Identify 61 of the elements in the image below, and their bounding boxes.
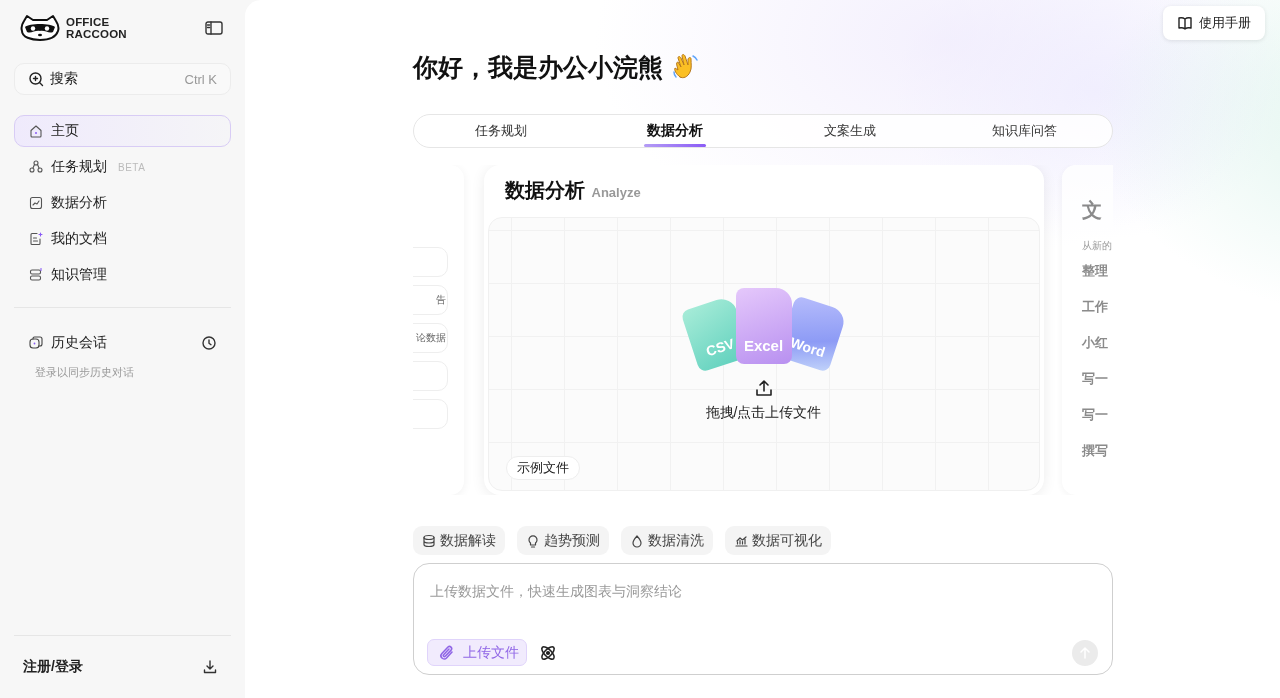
database-icon [28, 267, 44, 283]
database-icon [421, 533, 436, 548]
logo-text: RACCOON [66, 28, 127, 40]
history-title: 历史会话 [51, 334, 107, 352]
suggestion-chip[interactable]: 趋势预测 [516, 526, 609, 555]
download-icon[interactable] [202, 659, 218, 675]
prompt-item[interactable]: 写一 [1081, 361, 1113, 397]
sample-files-button[interactable]: 示例文件 [505, 456, 580, 480]
prompt-row[interactable]: 告 [412, 285, 448, 315]
message-input-box[interactable]: 上传数据文件，快速生成图表与洞察结论 上传文件 [412, 563, 1113, 675]
tab[interactable]: 文案生成 [762, 115, 937, 147]
suggestion-chip[interactable]: 数据解读 [412, 526, 505, 555]
nav-item[interactable]: 我的文档 [14, 223, 231, 255]
card-subtitle: 从新的 [1081, 239, 1113, 253]
search-icon [28, 71, 44, 87]
sidebar-toggle-icon[interactable] [205, 21, 223, 35]
file-type-badge: Excel [735, 288, 792, 364]
login-link[interactable]: 注册/登录 [23, 658, 83, 676]
upload-area[interactable]: CSV Excel Word 拖拽/点击上传文件 示例文件 [487, 217, 1040, 491]
document-icon [28, 231, 44, 247]
chat-bubbles-icon [28, 335, 44, 351]
nav-item[interactable]: 数据分析 [14, 187, 231, 219]
lightbulb-icon [525, 533, 540, 548]
card-title: 数据分析 [504, 178, 585, 203]
raccoon-logo-icon [20, 14, 60, 42]
prompt-row[interactable]: 论数据 [412, 323, 448, 353]
card-title: 文 [1081, 198, 1103, 223]
book-icon [1177, 15, 1193, 31]
suggestion-chip[interactable]: 数据清洗 [620, 526, 713, 555]
nodes-icon [28, 159, 44, 175]
chart-square-icon [28, 195, 44, 211]
beta-label: BETA [118, 161, 146, 173]
clock-icon[interactable] [201, 335, 217, 351]
nav-label: 任务规划 [51, 158, 107, 176]
tab[interactable]: 任务规划 [413, 115, 588, 147]
nav-label: 主页 [51, 122, 79, 140]
paperclip-icon [437, 643, 456, 662]
upload-hint: 拖拽/点击上传文件 [705, 404, 822, 422]
nav-label: 数据分析 [51, 194, 107, 212]
upload-file-button[interactable]: 上传文件 [426, 639, 527, 666]
prompt-item[interactable]: 写一 [1081, 397, 1113, 433]
card-subtitle: Analyze [591, 185, 641, 200]
suggestion-chip[interactable]: 数据可视化 [724, 526, 831, 555]
nav-item[interactable]: 主页 [14, 115, 231, 147]
upload-icon [753, 378, 774, 398]
shortcut-hint: Ctrl K [184, 71, 217, 87]
search-button[interactable]: 搜索 Ctrl K [14, 63, 231, 95]
droplet-icon [629, 533, 644, 548]
nav-item[interactable]: 知识管理 [14, 259, 231, 291]
prompt-item[interactable]: 整理 [1081, 253, 1113, 289]
nav-item[interactable]: 任务规划 BETA [14, 151, 231, 183]
manual-button[interactable]: 使用手册 [1163, 6, 1265, 40]
nav-label: 知识管理 [51, 266, 107, 284]
tab[interactable]: 知识库问答 [937, 115, 1112, 147]
nav-label: 我的文档 [51, 230, 107, 248]
tab[interactable]: 数据分析 [588, 115, 763, 147]
logo-text: OFFICE [66, 16, 111, 28]
greeting-title: 你好，我是办公小浣熊 [412, 51, 663, 83]
history-hint: 登录以同步历史对话 [34, 365, 135, 380]
house-icon [28, 123, 44, 139]
prompt-item[interactable]: 小红 [1081, 325, 1113, 361]
